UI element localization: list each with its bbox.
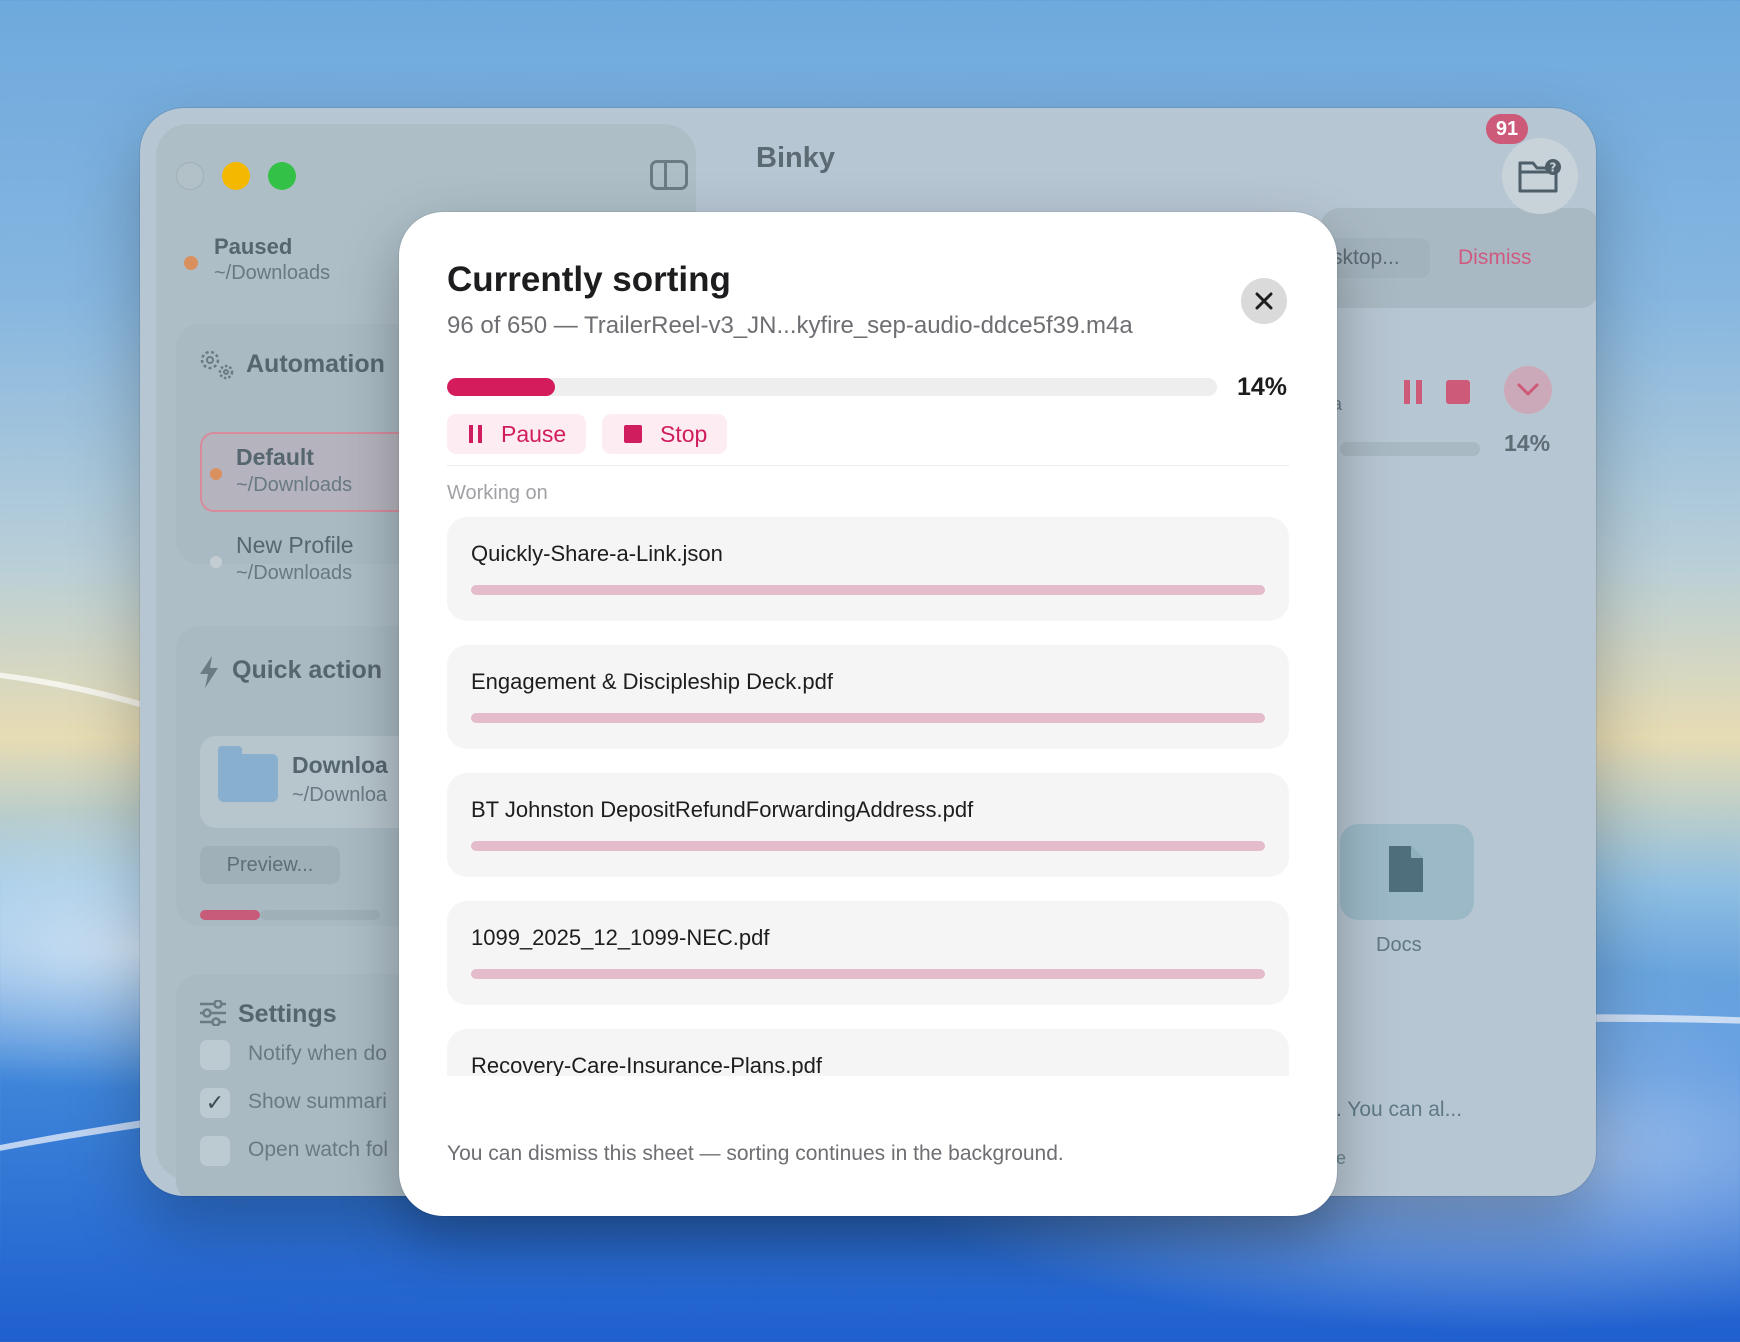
notify-checkbox[interactable]	[200, 1040, 230, 1070]
overall-progress-fill	[447, 378, 555, 396]
sorting-sheet: Currently sorting 96 of 650 — TrailerRee…	[399, 212, 1337, 1216]
profile-item-new-profile[interactable]: New Profile	[236, 532, 354, 559]
window-zoom-button[interactable]	[268, 162, 296, 190]
divider	[447, 465, 1289, 466]
file-name: BT Johnston DepositRefundForwardingAddre…	[471, 797, 974, 822]
sheet-footer-note: You can dismiss this sheet — sorting con…	[447, 1142, 1064, 1165]
inbox-button[interactable]: ?	[1502, 138, 1578, 214]
bolt-icon	[200, 656, 218, 688]
file-card: BT Johnston DepositRefundForwardingAddre…	[447, 773, 1289, 877]
pause-icon	[469, 425, 483, 443]
sliders-icon	[200, 1000, 226, 1026]
window-close-button[interactable]	[176, 162, 204, 190]
file-progress-fill	[471, 585, 1265, 595]
folder-name: Downloa	[292, 752, 388, 778]
file-card: Recovery-Care-Insurance-Plans.pdf	[447, 1029, 1289, 1076]
sheet-title: Currently sorting	[447, 260, 731, 299]
job-progress-percent: 14%	[1504, 430, 1551, 456]
profile-status-dot	[210, 556, 222, 568]
dismiss-button[interactable]: Dismiss	[1458, 246, 1532, 270]
show-summaries-label: Show summari	[248, 1090, 387, 1113]
stop-icon	[624, 425, 642, 443]
status-dot	[184, 256, 198, 270]
file-name: Engagement & Discipleship Deck.pdf	[471, 669, 833, 694]
job-stop-icon[interactable]	[1446, 380, 1470, 404]
docs-label: Docs	[1376, 934, 1422, 956]
folder-icon	[218, 746, 278, 802]
automation-heading: Automation	[246, 350, 385, 378]
status-label: Paused	[214, 234, 293, 259]
sidebar-toggle-icon[interactable]	[650, 160, 688, 190]
file-card: Engagement & Discipleship Deck.pdf	[447, 645, 1289, 749]
profile-path: ~/Downloads	[236, 474, 353, 496]
close-button[interactable]	[1241, 278, 1287, 324]
pause-label: Pause	[501, 420, 567, 447]
window-minimize-button[interactable]	[222, 162, 250, 190]
settings-heading: Settings	[238, 1000, 337, 1028]
pause-button[interactable]: Pause	[447, 414, 587, 454]
stop-label: Stop	[660, 420, 708, 447]
overall-progress-track	[447, 378, 1217, 396]
open-watch-folder-checkbox[interactable]	[200, 1136, 230, 1166]
preview-button[interactable]: Preview...	[200, 846, 340, 884]
folder-path: ~/Downloa	[292, 784, 388, 806]
file-progress-track	[471, 841, 1265, 851]
window-title: Binky	[756, 142, 835, 174]
background-note: . You can al...	[1336, 1098, 1463, 1121]
file-progress-track	[471, 969, 1265, 979]
file-name: 1099_2025_12_1099-NEC.pdf	[471, 925, 770, 950]
profile-path: ~/Downloads	[236, 562, 353, 584]
job-pause-icon[interactable]	[1404, 380, 1424, 404]
sheet-subtitle: 96 of 650 — TrailerReel-v3_JN...kyfire_s…	[447, 312, 1133, 339]
stop-button[interactable]: Stop	[602, 414, 728, 454]
file-list[interactable]: Quickly-Share-a-Link.json Engagement & Di…	[447, 517, 1289, 1076]
file-progress-fill	[471, 713, 1265, 723]
profile-name: Default	[236, 444, 314, 470]
chevron-down-icon	[1517, 383, 1539, 396]
file-progress-track	[471, 585, 1265, 595]
overall-progress-percent: 14%	[1237, 373, 1288, 401]
file-card: 1099_2025_12_1099-NEC.pdf	[447, 901, 1289, 1005]
quick-actions-heading: Quick action	[232, 656, 383, 684]
inbox-badge: 91	[1486, 114, 1528, 144]
quick-action-progress-fill	[200, 910, 260, 920]
open-watch-folder-label: Open watch fol	[248, 1138, 389, 1161]
notify-label: Notify when do	[248, 1042, 387, 1065]
folder-question-icon: ?	[1518, 159, 1561, 193]
background-trailing-text: e	[1336, 1148, 1347, 1168]
document-icon	[1389, 846, 1423, 892]
close-icon	[1255, 292, 1273, 310]
working-on-label: Working on	[447, 482, 548, 504]
quick-action-folder-tile[interactable]: Downloa ~/Downloa	[200, 736, 420, 828]
status-path: ~/Downloads	[214, 262, 331, 284]
svg-text:?: ?	[1550, 161, 1557, 175]
docs-destination-tile[interactable]	[1340, 824, 1474, 920]
file-progress-track	[471, 713, 1265, 723]
file-card: Quickly-Share-a-Link.json	[447, 517, 1289, 621]
gears-icon	[200, 350, 234, 380]
profile-status-dot	[210, 468, 222, 480]
file-name: Recovery-Care-Insurance-Plans.pdf	[471, 1053, 822, 1076]
file-name: Quickly-Share-a-Link.json	[471, 541, 723, 566]
quick-action-progress-track	[260, 910, 380, 920]
show-summaries-checkbox[interactable]: ✓	[200, 1088, 230, 1118]
job-expand-button[interactable]	[1504, 366, 1552, 414]
job-progress-track	[1340, 442, 1480, 456]
file-progress-fill	[471, 969, 1265, 979]
file-progress-fill	[471, 841, 1265, 851]
